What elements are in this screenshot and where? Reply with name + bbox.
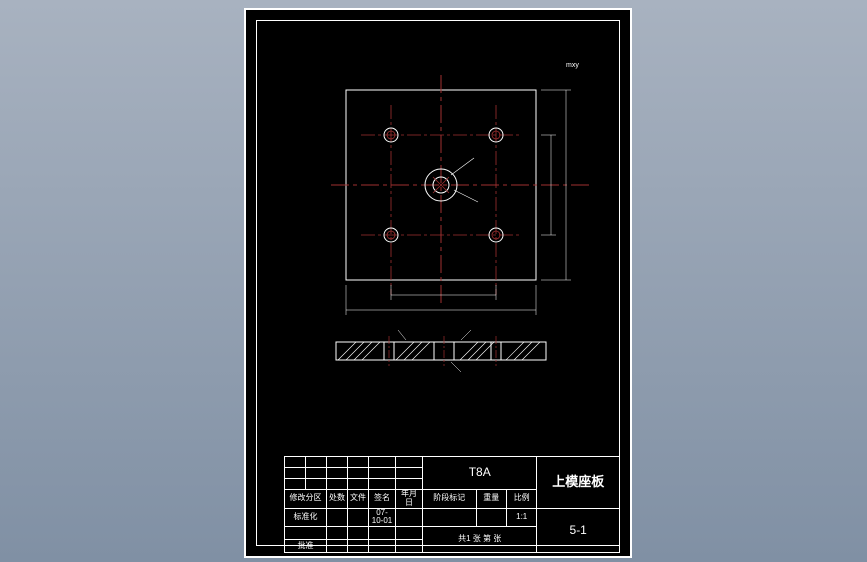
row1-c4: 签名 bbox=[369, 490, 396, 509]
section-view bbox=[336, 330, 546, 372]
scale-value: 1:1 bbox=[506, 508, 536, 527]
row1-c3: 文件 bbox=[348, 490, 369, 509]
leader1 bbox=[451, 158, 474, 175]
sec-leader1 bbox=[398, 330, 406, 340]
top-view bbox=[331, 75, 591, 315]
row2-date: 07-10-01 bbox=[369, 508, 396, 527]
leader2 bbox=[454, 190, 478, 202]
weight-label: 重量 bbox=[476, 490, 506, 509]
part-name-cell: 上模座板 bbox=[537, 457, 620, 509]
section-outline bbox=[336, 342, 546, 360]
row1-c1: 修改分区 bbox=[285, 490, 327, 509]
sheet-label: 共1 张 第 张 bbox=[423, 527, 537, 553]
title-block: T8A 上模座板 修改分区 处数 文件 签名 年月日 阶段标记 重量 比例 标准… bbox=[284, 456, 620, 546]
title-table: T8A 上模座板 修改分区 处数 文件 签名 年月日 阶段标记 重量 比例 标准… bbox=[284, 456, 620, 553]
note-mxy: mxy bbox=[566, 62, 579, 69]
row2-c1: 标准化 bbox=[285, 508, 327, 527]
approve-cell: 批准 bbox=[285, 540, 327, 553]
drawing-sheet: mxy T8A 上模座板 修改分区 处数 文件 签名 年月日 阶段标记 重 bbox=[244, 8, 632, 558]
sec-leader2 bbox=[461, 330, 471, 340]
sec-leader3 bbox=[451, 362, 461, 372]
hatch bbox=[338, 342, 540, 360]
material-cell: T8A bbox=[423, 457, 537, 490]
part-number-cell: 5-1 bbox=[537, 508, 620, 553]
stage-label: 阶段标记 bbox=[423, 490, 477, 509]
row1-c5: 年月日 bbox=[396, 490, 423, 509]
scale-label: 比例 bbox=[506, 490, 536, 509]
row1-c2: 处数 bbox=[327, 490, 348, 509]
